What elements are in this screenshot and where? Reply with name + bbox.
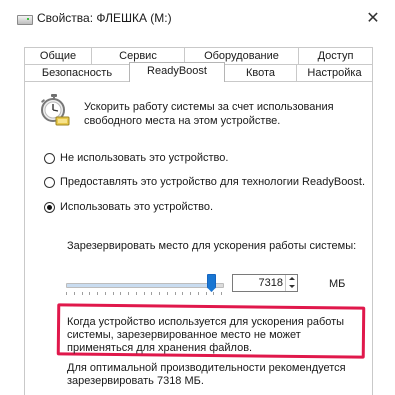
slider-tick (74, 292, 75, 295)
option-label: Не использовать это устройство. (60, 152, 229, 164)
reserve-space-label: Зарезервировать место для ускорения рабо… (67, 240, 357, 252)
slider-tick (221, 292, 222, 295)
slider-tick (105, 292, 106, 295)
spin-up-arrow-icon[interactable] (286, 275, 297, 283)
size-unit-label: МБ (329, 278, 346, 290)
option-do-not-use[interactable]: Не использовать это устройство. (44, 152, 228, 164)
tab-sharing[interactable]: Доступ (298, 47, 373, 64)
radio-button-selected[interactable] (44, 201, 55, 213)
slider-tick (144, 292, 145, 295)
slider-tick (120, 292, 121, 295)
slider-tick (82, 292, 83, 295)
slider-tick (89, 292, 90, 295)
radio-button[interactable] (44, 152, 55, 164)
slider-tick (175, 292, 176, 295)
tab-security[interactable]: Безопасность (24, 64, 129, 81)
option-dedicate-readyboost[interactable]: Предоставлять это устройство для техноло… (44, 176, 365, 188)
title-bar: Свойства: ФЛЕШКА (M:) ✕ (0, 0, 395, 36)
spin-buttons (285, 275, 297, 291)
usb-drive-icon (17, 15, 33, 25)
option-label: Использовать это устройство. (60, 201, 214, 213)
option-use-device[interactable]: Использовать это устройство. (44, 201, 213, 213)
tab-customize[interactable]: Настройка (296, 64, 373, 81)
readyboost-stopwatch-icon (41, 94, 70, 126)
slider-tick (206, 292, 207, 295)
tab-row-2: Безопасность ReadyBoost Квота Настройка (24, 62, 373, 82)
slider-tick (167, 292, 168, 295)
slider-tick (182, 292, 183, 295)
slider-tick (159, 292, 160, 295)
slider-tick (66, 292, 67, 295)
window-title: Свойства: ФЛЕШКА (M:) (37, 11, 172, 25)
reserve-size-value[interactable]: 7318 (233, 275, 283, 291)
spin-down-arrow-icon[interactable] (286, 283, 297, 291)
slider-thumb[interactable] (207, 274, 216, 292)
radio-button[interactable] (44, 176, 55, 188)
tab-quota[interactable]: Квота (225, 64, 296, 81)
slider-tick (151, 292, 152, 295)
reserved-space-note: Когда устройство используется для ускоре… (67, 316, 345, 354)
tab-readyboost[interactable]: ReadyBoost (129, 62, 225, 82)
tab-general[interactable]: Общие (24, 47, 91, 64)
slider-tick (198, 292, 199, 295)
slider-fill (67, 284, 208, 287)
close-button[interactable]: ✕ (362, 8, 384, 30)
slider-tick (136, 292, 137, 295)
properties-dialog: Свойства: ФЛЕШКА (M:) ✕ Общие Сервис Обо… (0, 0, 395, 395)
option-label: Предоставлять это устройство для техноло… (60, 176, 366, 188)
slider-tick (113, 292, 114, 295)
slider-ticks (66, 292, 222, 297)
slider-tick (97, 292, 98, 295)
readyboost-description: Ускорить работу системы за счет использо… (84, 101, 334, 127)
reserve-space-slider[interactable] (66, 274, 226, 296)
recommendation-text: Для оптимальной производительности реком… (67, 362, 346, 387)
reserve-size-spinbox[interactable]: 7318 (232, 274, 298, 292)
slider-tick (190, 292, 191, 295)
slider-tick (213, 292, 214, 295)
slider-tick (128, 292, 129, 295)
